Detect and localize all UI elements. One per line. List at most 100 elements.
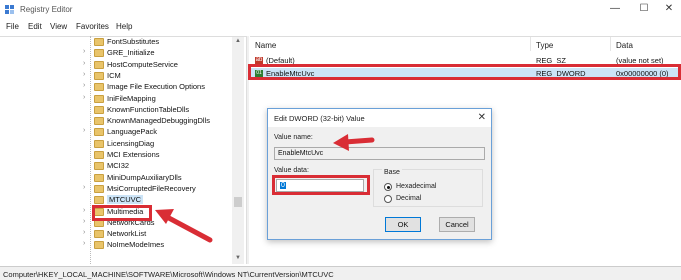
folder-icon: [94, 230, 104, 239]
column-divider[interactable]: [610, 37, 611, 51]
chevron-right-icon[interactable]: ›: [83, 94, 85, 101]
tree-item-label: MTCUVC: [107, 195, 144, 205]
tree-item-label: FontSubstitutes: [107, 37, 160, 46]
tree-item-label: LanguagePack: [107, 127, 158, 137]
folder-icon: [94, 184, 104, 193]
menu-bar: File Edit View Favorites Help: [0, 20, 681, 34]
tree-guide-line: [90, 36, 91, 264]
chevron-right-icon[interactable]: ›: [83, 127, 85, 134]
registry-path: Computer\HKEY_LOCAL_MACHINE\SOFTWARE\Mic…: [3, 270, 334, 279]
value-name-label: Value name:: [274, 134, 313, 141]
cancel-button[interactable]: Cancel: [439, 217, 475, 232]
base-label: Base: [382, 169, 402, 176]
base-group: Base Hexadecimal Decimal: [373, 169, 483, 207]
menu-edit[interactable]: Edit: [28, 22, 42, 31]
minimize-button[interactable]: —: [608, 3, 622, 15]
scroll-thumb[interactable]: [234, 197, 242, 207]
tree-item[interactable]: › NoImeModeImes: [0, 240, 236, 251]
tree-item-label: KnownFunctionTableDlls: [107, 104, 190, 114]
highlight-box-value-data: [272, 175, 370, 195]
chevron-right-icon[interactable]: ›: [83, 60, 85, 67]
tree-item-label: LicensingDiag: [107, 138, 155, 148]
registry-tree[interactable]: FontSubstitutes › GRE_Initialize › HostCompu…: [0, 36, 246, 264]
menu-favorites[interactable]: Favorites: [76, 22, 109, 31]
menu-view[interactable]: View: [50, 22, 67, 31]
scroll-down-icon[interactable]: ▼: [235, 255, 241, 261]
scroll-up-icon[interactable]: ▲: [235, 38, 241, 44]
maximize-button[interactable]: ☐: [637, 3, 651, 15]
chevron-right-icon[interactable]: ›: [83, 48, 85, 55]
folder-icon: [94, 173, 104, 182]
tree-item[interactable]: › GRE_Initialize: [0, 48, 236, 59]
tree-item[interactable]: › IniFileMapping: [0, 94, 236, 105]
folder-icon: [94, 49, 104, 58]
close-button[interactable]: ✕: [662, 3, 676, 15]
folder-icon: [94, 83, 104, 92]
tree-item-label: GRE_Initialize: [107, 48, 155, 58]
dialog-title-bar: Edit DWORD (32-bit) Value ✕: [268, 109, 491, 127]
chevron-right-icon[interactable]: ›: [83, 218, 85, 225]
chevron-right-icon[interactable]: ›: [83, 71, 85, 78]
tree-item[interactable]: › LanguagePack: [0, 127, 236, 138]
tree-item[interactable]: FontSubstitutes: [0, 37, 236, 48]
registry-editor-icon: [5, 5, 14, 14]
tree-item[interactable]: › Image File Execution Options: [0, 82, 236, 93]
decimal-radio[interactable]: [384, 195, 392, 203]
column-divider[interactable]: [530, 37, 531, 51]
column-header-name[interactable]: Name: [255, 41, 276, 50]
chevron-right-icon[interactable]: ›: [83, 82, 85, 89]
tree-item[interactable]: MCI32: [0, 161, 236, 172]
folder-icon: [94, 196, 104, 205]
tree-scrollbar[interactable]: ▲ ▼: [232, 37, 244, 264]
value-name-field: EnableMtcUvc: [274, 147, 485, 160]
string-value-icon: ab: [255, 57, 263, 64]
column-header-data[interactable]: Data: [616, 41, 633, 50]
folder-icon: [94, 117, 104, 126]
folder-icon: [94, 38, 104, 46]
folder-icon: [94, 94, 104, 103]
tree-item-label: MCI32: [107, 161, 130, 171]
column-header-type[interactable]: Type: [536, 41, 553, 50]
tree-item[interactable]: LicensingDiag: [0, 139, 236, 150]
menu-file[interactable]: File: [6, 22, 19, 31]
highlight-box-key: [92, 205, 152, 221]
edit-dword-dialog: Edit DWORD (32-bit) Value ✕ Value name: …: [267, 108, 492, 240]
folder-icon: [94, 60, 104, 69]
dialog-title: Edit DWORD (32-bit) Value: [274, 114, 365, 123]
title-bar: Registry Editor — ☐ ✕: [0, 0, 681, 20]
tree-item[interactable]: MCI Extensions: [0, 150, 236, 161]
folder-icon: [94, 71, 104, 80]
tree-item-label: HostComputeService: [107, 59, 178, 69]
highlight-box-value: [248, 64, 681, 80]
tree-item-label: NoImeModeImes: [107, 240, 165, 250]
folder-icon: [94, 151, 104, 159]
chevron-right-icon[interactable]: ›: [83, 240, 85, 247]
tree-item-label: MiniDumpAuxiliaryDlls: [107, 172, 182, 182]
hexadecimal-label[interactable]: Hexadecimal: [396, 183, 436, 190]
chevron-right-icon[interactable]: ›: [83, 207, 85, 214]
dialog-close-icon[interactable]: ✕: [478, 112, 486, 123]
chevron-right-icon[interactable]: ›: [83, 184, 85, 191]
folder-icon: [94, 162, 104, 171]
tree-item-label: ICM: [107, 70, 121, 80]
menu-help[interactable]: Help: [116, 22, 132, 31]
tree-item-label: NetworkList: [107, 229, 147, 239]
tree-item[interactable]: KnownFunctionTableDlls: [0, 105, 236, 116]
hexadecimal-radio[interactable]: [384, 183, 392, 191]
ok-button[interactable]: OK: [385, 217, 421, 232]
tree-item-label: IniFileMapping: [107, 93, 156, 103]
tree-item[interactable]: › ICM: [0, 71, 236, 82]
tree-item[interactable]: › NetworkList: [0, 229, 236, 240]
folder-icon: [94, 241, 104, 250]
window-title: Registry Editor: [20, 5, 73, 14]
decimal-label[interactable]: Decimal: [396, 195, 421, 202]
tree-item[interactable]: MiniDumpAuxiliaryDlls: [0, 173, 236, 184]
tree-item-label: MsiCorruptedFileRecovery: [107, 183, 196, 193]
tree-item[interactable]: KnownManagedDebuggingDlls: [0, 116, 236, 127]
value-data-label: Value data:: [274, 167, 309, 174]
folder-icon: [94, 139, 104, 148]
chevron-right-icon[interactable]: ›: [83, 229, 85, 236]
tree-item[interactable]: › MsiCorruptedFileRecovery: [0, 184, 236, 195]
folder-icon: [94, 105, 104, 114]
tree-item[interactable]: › HostComputeService: [0, 60, 236, 71]
